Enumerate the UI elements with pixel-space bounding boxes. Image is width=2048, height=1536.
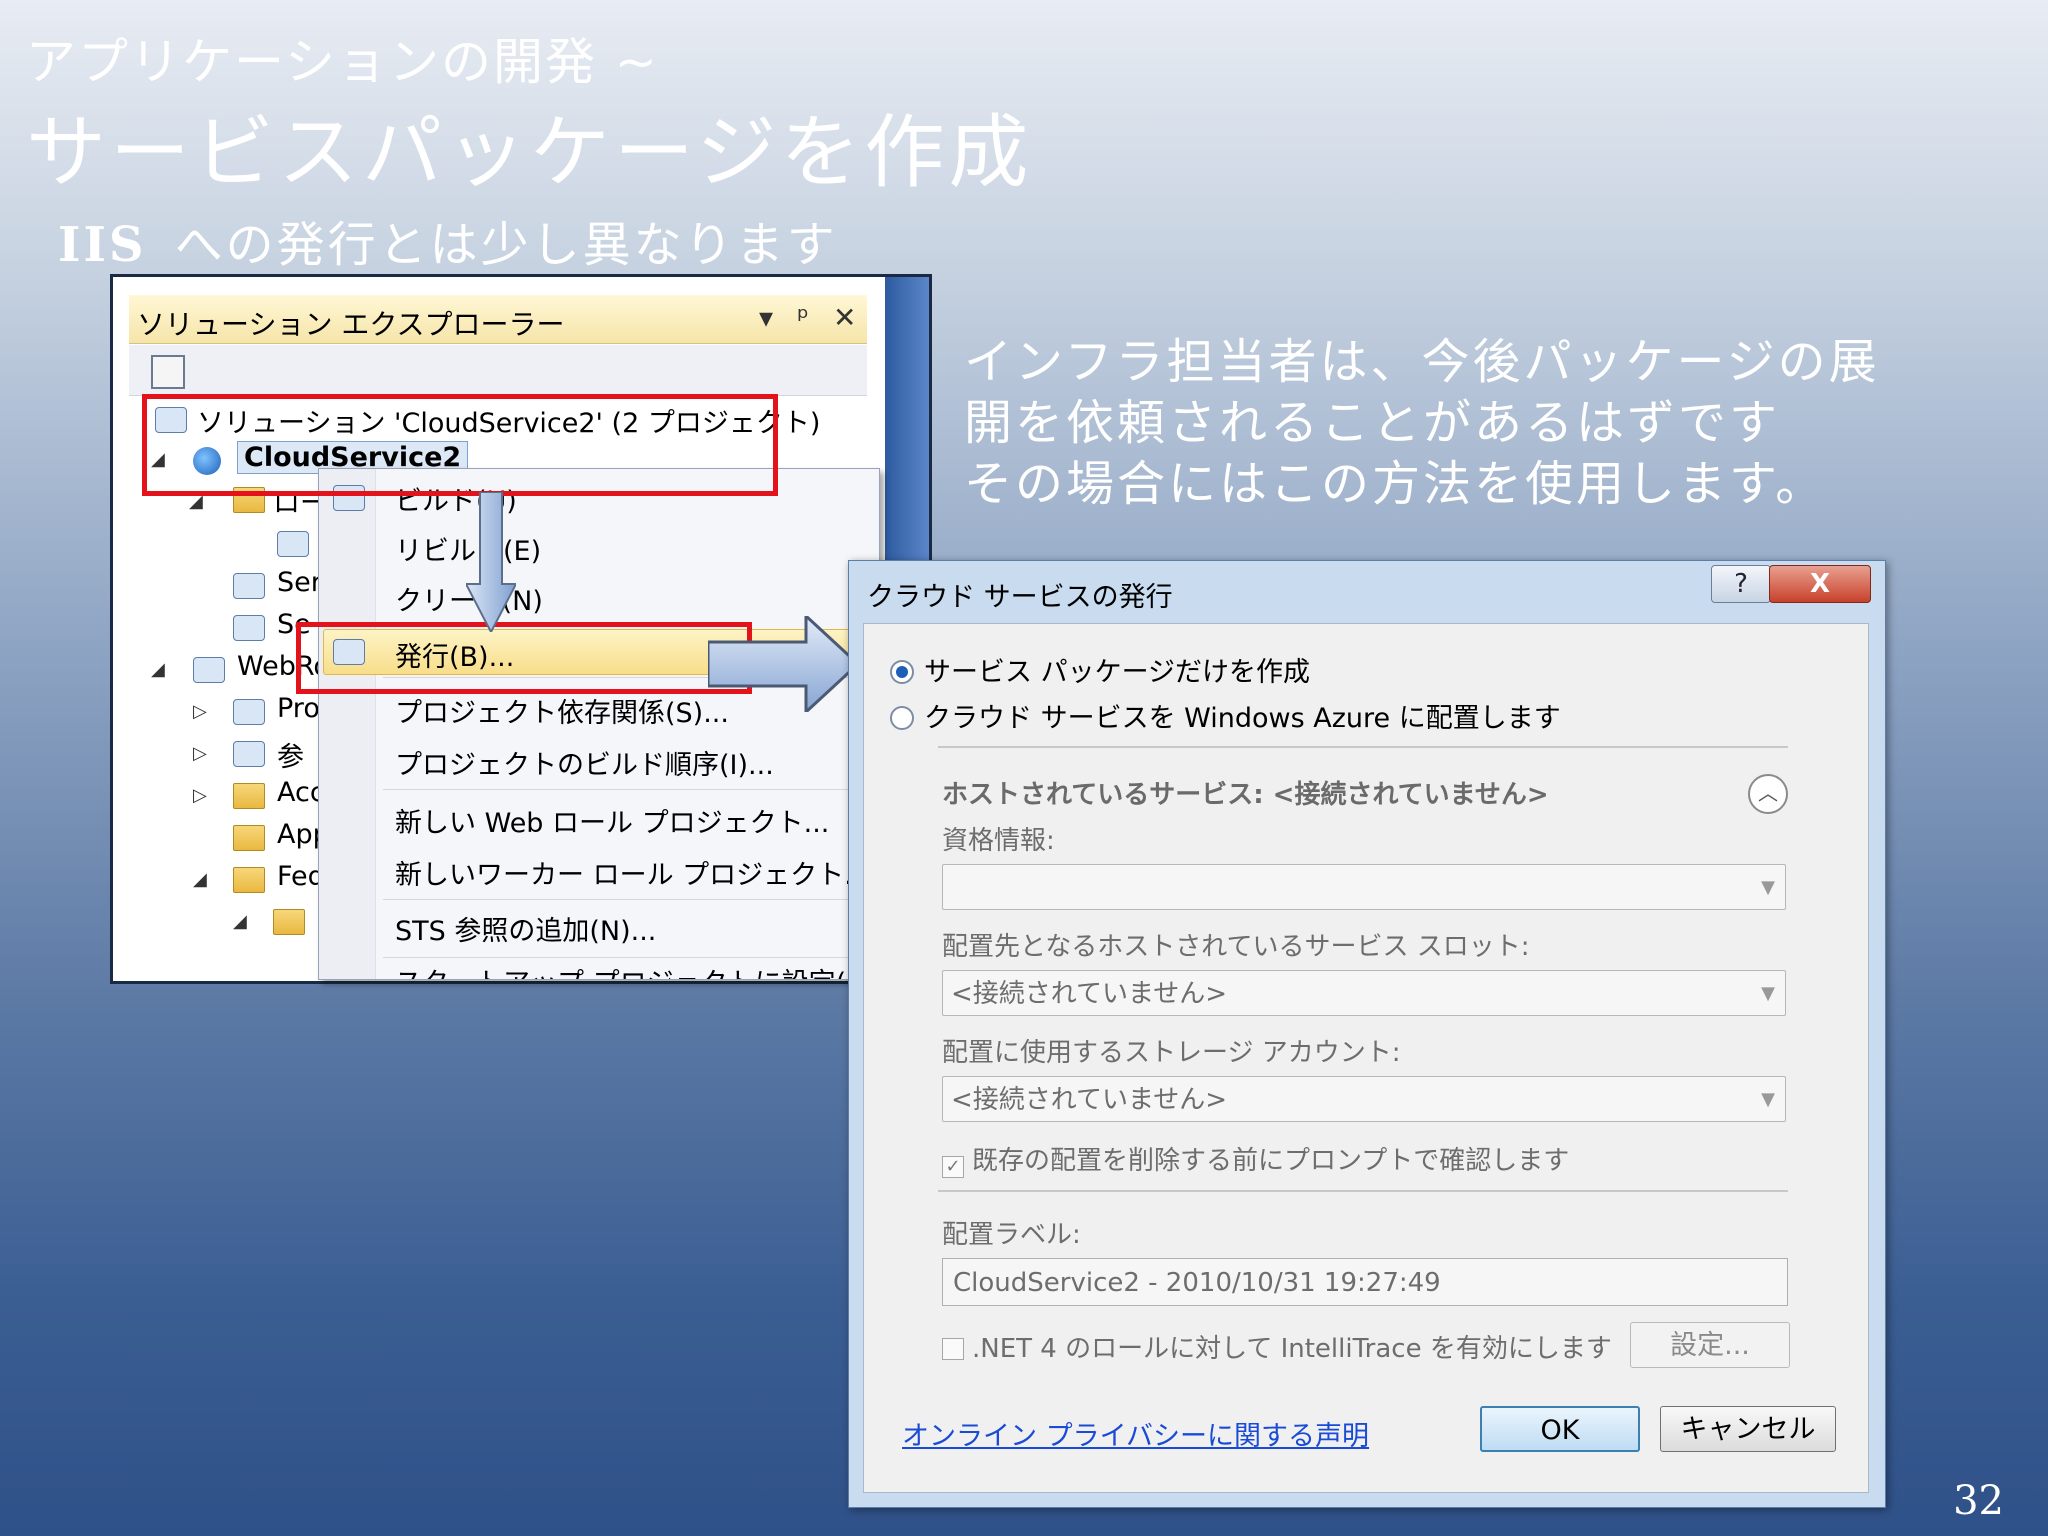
slide-subtitle: アプリケーションの開発 ~ xyxy=(26,33,659,91)
bullet-prefix: IIS xyxy=(58,217,147,273)
divider xyxy=(938,1190,1788,1192)
storage-value: <接続されていません> xyxy=(951,1085,1228,1115)
credentials-dropdown[interactable]: ▼ xyxy=(942,864,1786,910)
divider xyxy=(938,746,1788,748)
slide-note: インフラ担当者は、今後パッケージの展 開を依頼されることがあるはずです その場合… xyxy=(964,332,1964,515)
references-icon xyxy=(233,741,265,767)
menu-item-add-sts-reference[interactable]: STS 参照の追加(N)... xyxy=(395,909,656,948)
note-line: その場合にはこの方法を使用します。 xyxy=(964,456,1827,512)
collapse-triangle-icon[interactable]: ▷ xyxy=(193,701,207,722)
menu-separator xyxy=(383,789,879,790)
tree-item-properties[interactable]: Pro xyxy=(277,693,320,724)
expand-triangle-icon[interactable]: ◢ xyxy=(233,911,247,932)
expand-triangle-icon[interactable]: ◢ xyxy=(151,659,165,680)
menu-icon-gutter xyxy=(319,469,376,979)
slide-title: サービスパッケージを作成 xyxy=(26,106,1033,199)
radio-selected-icon[interactable] xyxy=(890,660,914,684)
properties-folder-icon xyxy=(233,699,265,725)
down-arrow-icon xyxy=(466,492,516,632)
chevron-down-icon: ▼ xyxy=(1761,877,1775,898)
slot-dropdown[interactable]: <接続されていません> ▼ xyxy=(942,970,1786,1016)
confirm-delete-row[interactable]: ✓ 既存の配置を削除する前にプロンプトで確認します xyxy=(942,1140,1569,1178)
dropdown-icon[interactable]: ▾ xyxy=(759,301,773,334)
role-icon xyxy=(277,531,309,557)
deploy-label-caption: 配置ラベル: xyxy=(942,1220,1081,1250)
deploy-label-input[interactable]: CloudService2 - 2010/10/31 19:27:49 xyxy=(942,1258,1788,1306)
ok-button[interactable]: OK xyxy=(1480,1406,1640,1452)
menu-item-project-dependencies[interactable]: プロジェクト依存関係(S)... xyxy=(395,691,729,730)
solution-explorer-title: ソリューション エクスプローラー xyxy=(137,308,565,341)
confirm-delete-label: 既存の配置を削除する前にプロンプトで確認します xyxy=(972,1146,1570,1176)
chevron-down-icon: ▼ xyxy=(1761,1089,1775,1110)
pin-icon[interactable]: ᵖ xyxy=(797,301,809,334)
dialog-body: サービス パッケージだけを作成 クラウド サービスを Windows Azure… xyxy=(863,623,1869,1493)
menu-item-new-worker-role[interactable]: 新しいワーカー ロール プロジェクト... xyxy=(395,853,870,892)
credentials-label: 資格情報: xyxy=(942,826,1055,856)
bullet-text: への発行とは少し異なります xyxy=(174,217,838,273)
config-file-icon xyxy=(233,573,265,599)
solution-explorer-titlebar: ソリューション エクスプローラー ▾ ᵖ ✕ xyxy=(129,295,867,344)
properties-icon[interactable] xyxy=(151,355,185,389)
folder-icon xyxy=(233,825,265,851)
folder-icon xyxy=(273,909,305,935)
option-deploy-azure[interactable]: クラウド サービスを Windows Azure に配置します xyxy=(890,696,1561,735)
slide-bullet: IIS への発行とは少し異なります xyxy=(58,205,838,275)
web-project-icon xyxy=(193,657,225,683)
settings-button[interactable]: 設定... xyxy=(1630,1322,1790,1368)
tree-item-service-config[interactable]: Ser xyxy=(277,567,322,598)
radio-icon[interactable] xyxy=(890,706,914,730)
right-arrow-icon xyxy=(708,616,858,712)
solution-explorer-toolbar xyxy=(129,345,867,396)
help-button[interactable]: ? xyxy=(1711,565,1771,603)
close-button[interactable]: X xyxy=(1769,565,1871,603)
note-line: インフラ担当者は、今後パッケージの展 xyxy=(964,334,1880,390)
close-icon[interactable]: ✕ xyxy=(833,301,856,334)
tree-item-references[interactable]: 参 xyxy=(277,735,304,774)
folder-icon xyxy=(233,783,265,809)
checkbox-checked-icon[interactable]: ✓ xyxy=(942,1156,964,1178)
option-package-only[interactable]: サービス パッケージだけを作成 xyxy=(890,650,1310,689)
context-menu: ビルド(U) リビルド(E) クリーン(N) 発行(B)... プロジェクト依存… xyxy=(318,468,880,980)
chevron-down-icon: ▼ xyxy=(1761,983,1775,1004)
highlight-solution-box xyxy=(142,394,778,496)
storage-label: 配置に使用するストレージ アカウント: xyxy=(942,1038,1401,1068)
highlight-publish-box xyxy=(296,622,752,694)
folder-icon xyxy=(233,867,265,893)
storage-dropdown[interactable]: <接続されていません> ▼ xyxy=(942,1076,1786,1122)
privacy-link[interactable]: オンライン プライバシーに関する声明 xyxy=(902,1414,1369,1453)
intellitrace-label: .NET 4 のロールに対して IntelliTrace を有効にします xyxy=(972,1334,1612,1364)
menu-item-build-order[interactable]: プロジェクトのビルド順序(I)... xyxy=(395,743,774,782)
slot-label: 配置先となるホストされているサービス スロット: xyxy=(942,932,1530,962)
dialog-title: クラウド サービスの発行 xyxy=(867,582,1173,613)
config-file-icon xyxy=(233,615,265,641)
intellitrace-row: .NET 4 のロールに対して IntelliTrace を有効にします 設定.… xyxy=(942,1322,1790,1376)
publish-dialog: クラウド サービスの発行 ? X サービス パッケージだけを作成 クラウド サー… xyxy=(848,560,1886,1508)
expand-triangle-icon[interactable]: ◢ xyxy=(193,869,207,890)
menu-item-new-web-role[interactable]: 新しい Web ロール プロジェクト... xyxy=(395,801,829,840)
cancel-button[interactable]: キャンセル xyxy=(1660,1406,1836,1452)
collapse-triangle-icon[interactable]: ▷ xyxy=(193,785,207,806)
chevron-up-icon[interactable]: ︿ xyxy=(1748,774,1788,814)
menu-item-set-startup[interactable]: スタートアップ プロジェクトに設定(A) xyxy=(395,961,875,979)
checkbox-icon[interactable] xyxy=(942,1338,964,1360)
note-line: 開を依頼されることがあるはずです xyxy=(964,395,1781,451)
option-deploy-label: クラウド サービスを Windows Azure に配置します xyxy=(924,703,1561,734)
menu-separator xyxy=(383,957,879,958)
menu-separator xyxy=(383,899,879,900)
intellitrace-checkbox-group[interactable]: .NET 4 のロールに対して IntelliTrace を有効にします xyxy=(942,1334,1612,1364)
page-number: 32 xyxy=(1953,1478,2004,1524)
option-package-label: サービス パッケージだけを作成 xyxy=(924,657,1311,688)
collapse-triangle-icon[interactable]: ▷ xyxy=(193,743,207,764)
slot-value: <接続されていません> xyxy=(951,979,1228,1009)
hosted-service-label: ホストされているサービス: <接続されていません> xyxy=(942,780,1549,810)
